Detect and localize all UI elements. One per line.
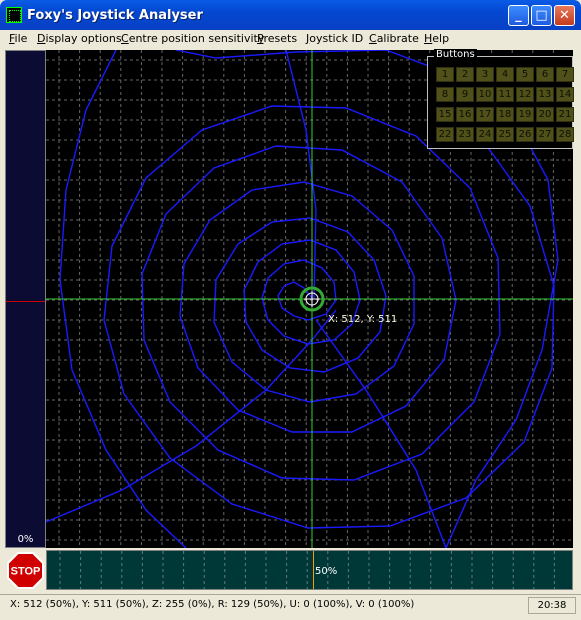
joystick-button: 15 bbox=[436, 107, 454, 122]
menu-file[interactable]: File bbox=[9, 32, 27, 45]
menu-bar: File Display options Centre position sen… bbox=[4, 30, 577, 49]
joystick-button: 13 bbox=[536, 87, 554, 102]
joystick-button: 19 bbox=[516, 107, 534, 122]
joystick-button: 18 bbox=[496, 107, 514, 122]
joystick-button: 5 bbox=[516, 67, 534, 82]
joystick-button: 10 bbox=[476, 87, 494, 102]
menu-presets[interactable]: Presets bbox=[257, 32, 297, 45]
joystick-button: 16 bbox=[456, 107, 474, 122]
joystick-button: 27 bbox=[536, 127, 554, 142]
title-bar[interactable]: Foxy's Joystick Analyser _ □ ✕ bbox=[0, 0, 581, 30]
trace-sweep-3 bbox=[315, 319, 447, 548]
coordinate-readout: X: 512, Y: 511 bbox=[328, 314, 398, 325]
joystick-button: 12 bbox=[516, 87, 534, 102]
status-bar: X: 512 (50%), Y: 511 (50%), Z: 255 (0%),… bbox=[0, 594, 581, 617]
maximize-button[interactable]: □ bbox=[531, 5, 552, 26]
menu-help[interactable]: Help bbox=[424, 32, 449, 45]
joystick-button: 26 bbox=[516, 127, 534, 142]
joystick-button: 23 bbox=[456, 127, 474, 142]
joystick-button: 17 bbox=[476, 107, 494, 122]
window-title: Foxy's Joystick Analyser bbox=[27, 8, 203, 23]
meter-reference-line bbox=[6, 301, 45, 302]
menu-joystick-id[interactable]: Joystick ID bbox=[306, 32, 363, 45]
status-clock: 20:38 bbox=[528, 597, 576, 614]
menu-calibrate[interactable]: Calibrate bbox=[369, 32, 419, 45]
stop-label: STOP bbox=[11, 566, 41, 578]
joystick-button: 4 bbox=[496, 67, 514, 82]
buttons-panel-legend: Buttons bbox=[434, 49, 477, 60]
joystick-button: 20 bbox=[536, 107, 554, 122]
joystick-button: 6 bbox=[536, 67, 554, 82]
joystick-button: 14 bbox=[556, 87, 574, 102]
joystick-button: 28 bbox=[556, 127, 574, 142]
minimize-button[interactable]: _ bbox=[508, 5, 529, 26]
joystick-button: 7 bbox=[556, 67, 574, 82]
joystick-button: 25 bbox=[496, 127, 514, 142]
joystick-button: 2 bbox=[456, 67, 474, 82]
joystick-button: 1 bbox=[436, 67, 454, 82]
joystick-button: 24 bbox=[476, 127, 494, 142]
joystick-button: 9 bbox=[456, 87, 474, 102]
joystick-button: 22 bbox=[436, 127, 454, 142]
joystick-button: 8 bbox=[436, 87, 454, 102]
menu-display-options[interactable]: Display options bbox=[37, 32, 122, 45]
status-axes-readout: X: 512 (50%), Y: 511 (50%), Z: 255 (0%),… bbox=[10, 599, 415, 610]
close-button[interactable]: ✕ bbox=[554, 5, 575, 26]
position-cursor-icon bbox=[299, 286, 325, 312]
left-axis-meter: 0% bbox=[5, 50, 46, 548]
trace-sweep bbox=[46, 309, 337, 523]
joystick-button: 3 bbox=[476, 67, 494, 82]
app-icon[interactable] bbox=[6, 7, 22, 23]
stop-button[interactable]: STOP bbox=[7, 552, 44, 589]
joystick-button: 21 bbox=[556, 107, 574, 122]
bottom-meter-grid bbox=[59, 551, 555, 589]
buttons-panel: Buttons 1 2 3 4 5 6 7 8 9 10 11 12 13 14 15 16 17 18 19 20 2… bbox=[427, 49, 574, 149]
bottom-meter-indicator bbox=[313, 551, 314, 589]
bottom-axis-meter: 50% bbox=[46, 550, 573, 590]
menu-centre-position-sensitivity[interactable]: Centre position sensitivity bbox=[121, 32, 264, 45]
bottom-meter-percent: 50% bbox=[315, 566, 338, 577]
left-meter-percent: 0% bbox=[17, 534, 34, 545]
joystick-button: 11 bbox=[496, 87, 514, 102]
